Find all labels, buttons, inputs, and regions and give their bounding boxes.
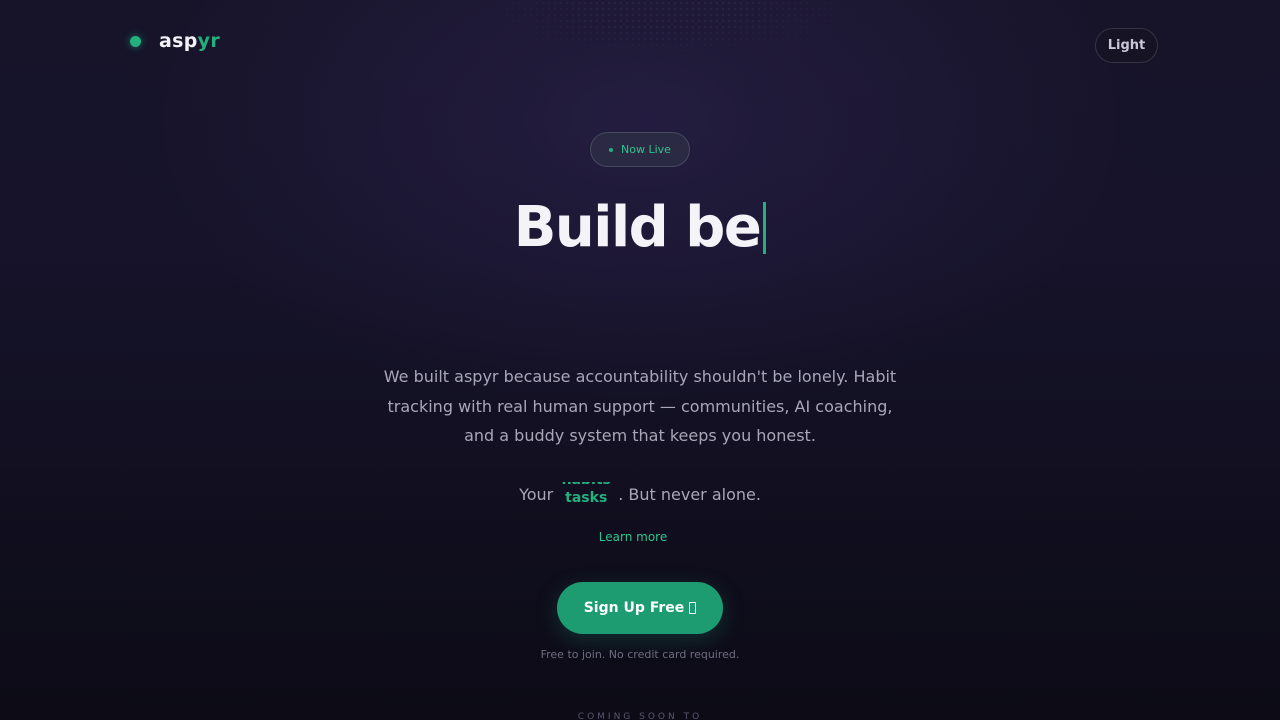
logo-wordmark-prefix: asp xyxy=(159,30,198,52)
live-dot-icon xyxy=(609,147,614,152)
rotating-word: habits tasks xyxy=(557,482,615,506)
site-header: aspyr Light xyxy=(0,0,1280,90)
hero-tagline: Your habits tasks . But never alone. xyxy=(0,482,1280,506)
rotating-word-2: tasks xyxy=(565,490,608,506)
arrow-right-icon xyxy=(689,602,697,614)
theme-toggle-button[interactable]: Light xyxy=(1095,28,1158,63)
tagline-prefix: Your xyxy=(519,484,554,504)
logo-dot-icon xyxy=(130,35,141,47)
typing-cursor xyxy=(763,202,767,254)
sign-up-button-label: Sign Up Free xyxy=(583,600,685,616)
logo-wordmark: aspyr xyxy=(159,30,220,52)
logo-wordmark-accent: yr xyxy=(197,30,220,52)
rotating-word-1: habits xyxy=(557,482,615,488)
badge-label: Now Live xyxy=(621,143,671,156)
logo[interactable]: aspyr xyxy=(130,30,220,52)
hero-description: We built aspyr because accountability sh… xyxy=(383,367,897,445)
coming-soon-label: COMING SOON TO xyxy=(577,712,703,720)
sign-up-button[interactable]: Sign Up Free xyxy=(557,582,723,634)
tagline-suffix: . But never alone. xyxy=(618,484,761,504)
learn-more-link[interactable]: Learn more xyxy=(0,530,1266,544)
hero-title-text: Build be xyxy=(513,195,762,260)
cta-note: Free to join. No credit card required. xyxy=(540,648,740,661)
hero-title: Build be xyxy=(0,188,1280,268)
now-live-badge: Now Live xyxy=(590,132,690,167)
